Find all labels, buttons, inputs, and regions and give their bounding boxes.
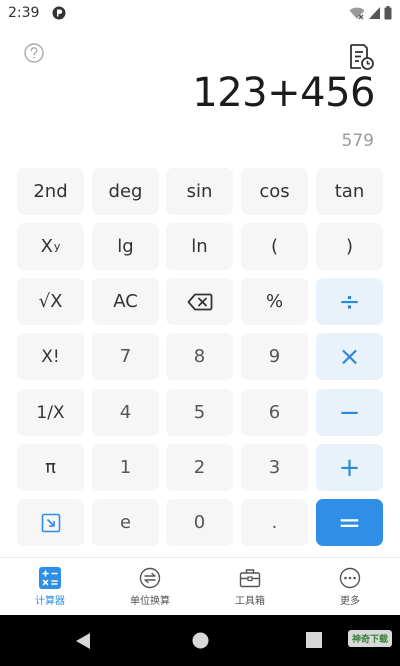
recents-icon[interactable] (306, 632, 322, 648)
nav-calculator[interactable]: 计算器 (0, 558, 100, 616)
system-nav-bar (0, 615, 400, 666)
key-deg[interactable]: deg (92, 168, 159, 215)
key-left-paren[interactable]: ( (241, 223, 308, 270)
nav-toolbox-label: 工具箱 (235, 596, 265, 607)
more-icon (339, 567, 361, 589)
key-cos[interactable]: cos (241, 168, 308, 215)
key-plus[interactable]: + (316, 444, 383, 491)
key-percent[interactable]: % (241, 278, 308, 325)
key-reciprocal[interactable]: 1/X (17, 389, 84, 436)
key-3[interactable]: 3 (241, 444, 308, 491)
key-9[interactable]: 9 (241, 333, 308, 380)
key-ln[interactable]: ln (166, 223, 233, 270)
key-5[interactable]: 5 (166, 389, 233, 436)
nav-unit-conversion[interactable]: 单位换算 (100, 558, 200, 616)
key-collapse[interactable] (17, 499, 84, 546)
key-power-exponent: y (53, 240, 61, 253)
key-power[interactable]: Xy (17, 223, 84, 270)
key-1[interactable]: 1 (92, 444, 159, 491)
key-2[interactable]: 2 (166, 444, 233, 491)
key-2nd[interactable]: 2nd (17, 168, 84, 215)
key-pi[interactable]: π (17, 444, 84, 491)
key-factorial[interactable]: X! (17, 333, 84, 380)
key-7[interactable]: 7 (92, 333, 159, 380)
key-0[interactable]: 0 (166, 499, 233, 546)
back-icon[interactable] (75, 632, 91, 650)
nav-toolbox[interactable]: 工具箱 (200, 558, 300, 616)
key-ac[interactable]: AC (92, 278, 159, 325)
key-6[interactable]: 6 (241, 389, 308, 436)
key-sqrt[interactable]: √X (17, 278, 84, 325)
key-8[interactable]: 8 (166, 333, 233, 380)
collapse-icon (41, 513, 60, 532)
key-right-paren[interactable]: ) (316, 223, 383, 270)
key-backspace[interactable] (166, 278, 233, 325)
keypad: 2nd deg sin cos tan Xy lg ln ( ) √X AC %… (0, 0, 400, 560)
key-tan[interactable]: tan (316, 168, 383, 215)
key-dot[interactable]: . (241, 499, 308, 546)
key-e[interactable]: e (92, 499, 159, 546)
nav-calculator-label: 计算器 (35, 596, 65, 607)
key-lg[interactable]: lg (92, 223, 159, 270)
unit-conversion-icon (139, 567, 161, 589)
key-equals[interactable]: = (316, 499, 383, 546)
key-sin[interactable]: sin (166, 168, 233, 215)
bottom-nav: 计算器 单位换算 工具箱 更多 (0, 557, 400, 615)
key-multiply[interactable]: × (316, 333, 383, 380)
toolbox-icon (239, 569, 261, 588)
nav-more-label: 更多 (340, 596, 360, 607)
calculator-icon (39, 567, 61, 589)
nav-more[interactable]: 更多 (300, 558, 400, 616)
key-power-base: X (40, 236, 53, 257)
watermark: 神奇下载 (347, 630, 392, 647)
nav-unit-conversion-label: 单位换算 (130, 596, 170, 607)
home-icon[interactable] (192, 632, 209, 649)
backspace-icon (187, 293, 212, 310)
key-minus[interactable]: − (316, 389, 383, 436)
key-divide[interactable]: ÷ (316, 278, 383, 325)
key-4[interactable]: 4 (92, 389, 159, 436)
